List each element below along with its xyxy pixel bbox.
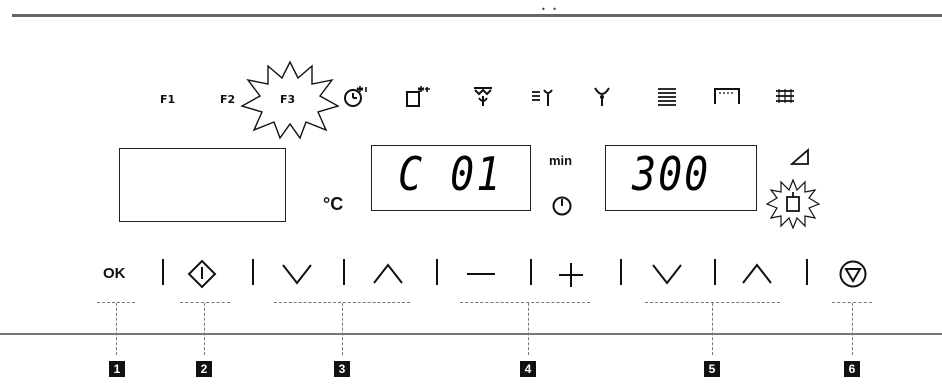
oven-mode-icon <box>344 86 367 107</box>
leader-line <box>116 303 117 355</box>
panel-bottom-border <box>0 333 942 335</box>
grill-fan-icon <box>474 87 492 106</box>
program-value: C 01 <box>398 148 503 202</box>
separator <box>162 259 164 285</box>
fan-plant-icon <box>532 89 553 106</box>
top-marker: • • <box>541 5 559 14</box>
time-down-button[interactable] <box>650 262 684 286</box>
callout-6: 6 <box>844 361 860 377</box>
leader-line <box>528 303 529 355</box>
ok-button[interactable]: OK <box>103 265 126 282</box>
grill-icon <box>776 89 794 103</box>
callout-2: 2 <box>196 361 212 377</box>
function-f2-label: F2 <box>220 93 236 106</box>
temperature-down-button[interactable] <box>280 262 314 286</box>
ramp-icon <box>790 148 809 165</box>
separator <box>714 259 716 285</box>
time-up-button[interactable] <box>740 262 774 286</box>
leader-underline <box>460 302 590 303</box>
time-display: 300 <box>605 145 757 211</box>
tray-icon <box>714 88 740 104</box>
leader-line <box>712 303 713 355</box>
function-f1-label: F1 <box>160 93 176 106</box>
cooling-mode-icon <box>406 86 430 107</box>
temperature-display <box>119 148 286 222</box>
separator <box>252 259 254 285</box>
temperature-unit: °C <box>323 194 344 214</box>
top-heat-icon <box>658 88 676 106</box>
callout-1: 1 <box>109 361 125 377</box>
separator <box>620 259 622 285</box>
function-f3-label: F3 <box>280 93 296 106</box>
callout-5: 5 <box>704 361 720 377</box>
separator <box>806 259 808 285</box>
fan-icon <box>594 87 610 106</box>
plus-button[interactable] <box>557 261 585 289</box>
leader-underline <box>180 302 230 303</box>
separator <box>436 259 438 285</box>
program-display: C 01 <box>371 145 531 211</box>
clock-icon <box>552 196 572 216</box>
leader-line <box>342 303 343 355</box>
temperature-up-button[interactable] <box>371 262 405 286</box>
separator <box>530 259 532 285</box>
leader-line <box>852 303 853 355</box>
minutes-label: min <box>549 153 573 168</box>
leader-line <box>204 303 205 355</box>
top-border <box>12 14 942 17</box>
start-button[interactable] <box>186 258 218 290</box>
callout-4: 4 <box>520 361 536 377</box>
minus-button[interactable] <box>465 270 497 278</box>
separator <box>343 259 345 285</box>
callout-3: 3 <box>334 361 350 377</box>
stop-button[interactable] <box>838 259 868 289</box>
time-value: 300 <box>632 148 711 202</box>
flash-light-icon <box>765 178 821 230</box>
